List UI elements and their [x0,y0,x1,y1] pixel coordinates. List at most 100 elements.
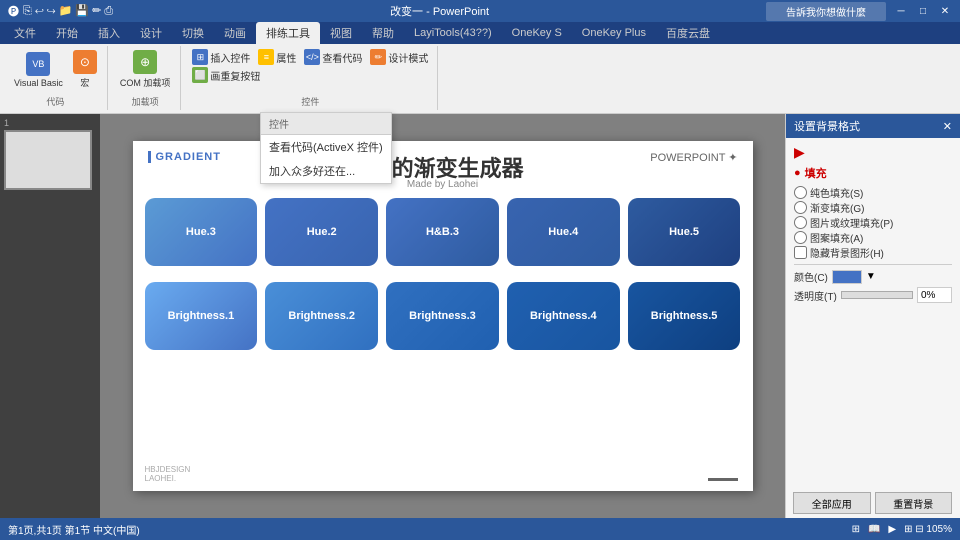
dropdown-title: 控件 [261,113,391,135]
color-picker[interactable] [832,270,862,284]
tab-onekey-s[interactable]: OneKey S [502,22,572,44]
ribbon-group-controls: ⊞ 插入控件 ≡ 属性 </> 查看代码 ✏ 设计模式 ⬜ [183,46,438,110]
draw-icon: ⬜ [192,67,208,83]
tab-help[interactable]: 帮助 [362,22,404,44]
main-area: 1 GRADIENT 老黑的渐变生成器 POWERPOINT [0,114,960,518]
view-slide-show-btn[interactable]: ▶ [888,524,896,535]
visual-basic-btn[interactable]: VB Visual Basic [10,48,67,91]
apply-all-btn[interactable]: 全部应用 [793,492,871,514]
transparency-input[interactable] [917,287,952,303]
tab-insert[interactable]: 插入 [88,22,130,44]
app-icon: 🅟 [8,3,19,19]
tab-file[interactable]: 文件 [4,22,46,44]
card-hue5[interactable]: Hue.5 [628,198,741,266]
card-brightness2[interactable]: Brightness.2 [265,282,378,350]
status-left: 第1页,共1页 第1节 中文(中国) [8,522,140,537]
slide-panel: 1 GRADIENT 老黑的渐变生成器 POWERPOINT [0,114,100,518]
close-btn[interactable]: ✕ [938,4,952,18]
brightness-cards-row: Brightness.1 Brightness.2 Brightness.3 B… [133,274,753,358]
view-reading-btn[interactable]: 📖 [868,524,880,535]
controls-row1: ⊞ 插入控件 ≡ 属性 </> 查看代码 ✏ 设计模式 [189,48,431,66]
radio-solid-fill[interactable]: 纯色填充(S) [794,185,952,200]
panel-section-fill: ▶ ● 填充 纯色填充(S) 渐变填充(G) 图片或纹理填充(P) 图案填充(A… [786,138,960,312]
dropdown-menu: 控件 查看代码(ActiveX 控件) 加入众多好还在... [260,112,392,184]
status-bar: 第1页,共1页 第1节 中文(中国) ⊞ 📖 ▶ ⊞ ⊟ 105% [0,518,960,540]
color-row: 颜色(C) ▼ [794,269,952,284]
code-group-label: 代码 [10,95,101,108]
dropdown-item-1[interactable]: 查看代码(ActiveX 控件) [261,135,391,159]
controls-group-label: 控件 [189,95,431,108]
tab-home[interactable]: 开始 [46,22,88,44]
radio-gradient-fill[interactable]: 渐变填充(G) [794,200,952,215]
card-brightness1[interactable]: Brightness.1 [145,282,258,350]
slide-decoration-line [708,478,738,481]
transparency-slider[interactable] [841,291,913,299]
view-code-icon: </> [304,49,320,65]
color-label: 颜色(C) [794,269,828,284]
card-brightness4[interactable]: Brightness.4 [507,282,620,350]
macro-icon: ⊙ [73,50,97,74]
tab-design[interactable]: 设计 [130,22,172,44]
title-bar: 🅟 ⎘ ↩ ↪ 📁 💾 ✏ ⎙ 改变一 - PowerPoint 告訴我你想做什… [0,0,960,22]
powerpoint-label: POWERPOINT ✦ [650,151,737,164]
quick-access: ⎘ ↩ ↪ 📁 💾 ✏ ⎙ [23,4,113,18]
panel-header: 设置背景格式 ✕ [786,114,960,138]
slide-number-1: 1 [4,118,96,128]
tab-layitools[interactable]: LayiTools(43??) [404,22,502,44]
ribbon-content: VB Visual Basic ⊙ 宏 代码 ⊕ COM 加载项 加载项 [0,44,960,114]
card-brightness3[interactable]: Brightness.3 [386,282,499,350]
panel-close-btn[interactable]: ✕ [943,120,952,133]
visual-basic-icon: VB [26,52,50,76]
gradient-label: GRADIENT [148,151,221,163]
macro-btn[interactable]: ⊙ 宏 [69,48,101,91]
addins-group-label: 加载项 [116,95,175,108]
tab-animations[interactable]: 动画 [214,22,256,44]
card-hue4[interactable]: Hue.4 [507,198,620,266]
insert-control-icon: ⊞ [192,49,208,65]
canvas-area: GRADIENT 老黑的渐变生成器 POWERPOINT ✦ Made by L… [100,114,785,518]
transparency-row: 透明度(T) [794,287,952,303]
com-addins-btn[interactable]: ⊕ COM 加载项 [116,48,175,91]
tab-baidu[interactable]: 百度云盘 [656,22,720,44]
design-icon: ✏ [370,49,386,65]
view-normal-btn[interactable]: ⊞ [852,524,860,535]
tab-practice-tools[interactable]: 排练工具 [256,22,320,44]
tab-view[interactable]: 视图 [320,22,362,44]
slide-thumbnail-1[interactable]: GRADIENT 老黑的渐变生成器 POWERPOINT [4,130,92,190]
card-hb3[interactable]: H&B.3 [386,198,499,266]
com-icon: ⊕ [133,50,157,74]
title-bar-left: 🅟 ⎘ ↩ ↪ 📁 💾 ✏ ⎙ [8,3,113,19]
ribbon: 文件 开始 插入 设计 切换 动画 排练工具 视图 帮助 LayiTools(4… [0,22,960,114]
controls-row2: ⬜ 画重复按钮 [189,66,263,84]
view-code-btn[interactable]: </> 查看代码 [301,48,365,66]
radio-pattern-fill[interactable]: 图案填充(A) [794,230,952,245]
panel-section-title: ● 填充 [794,165,952,181]
maximize-btn[interactable]: □ [916,4,930,18]
checkbox-hide-bg[interactable]: 隐藏背景图形(H) [794,245,952,260]
draw-btn[interactable]: ⬜ 画重复按钮 [189,66,263,84]
slide-footer: HBJDESIGN LAOHEI. [145,465,191,483]
right-panel: 设置背景格式 ✕ ▶ ● 填充 纯色填充(S) 渐变填充(G) 图片或纹理填充(… [785,114,960,518]
color-dropdown-btn[interactable]: ▼ [866,271,876,282]
properties-icon: ≡ [258,49,274,65]
ribbon-group-addins: ⊕ COM 加载项 加载项 [110,46,182,110]
properties-btn[interactable]: ≡ 属性 [255,48,299,66]
dropdown-item-2[interactable]: 加入众多好还在... [261,159,391,183]
radio-picture-fill[interactable]: 图片或纹理填充(P) [794,215,952,230]
panel-title: 设置背景格式 [794,118,860,134]
footer-line1: HBJDESIGN [145,465,191,474]
design-mode-btn[interactable]: ✏ 设计模式 [367,48,431,66]
card-brightness5[interactable]: Brightness.5 [628,282,741,350]
ribbon-tabs: 文件 开始 插入 设计 切换 动画 排练工具 视图 帮助 LayiTools(4… [0,22,960,44]
title-bar-title: 改变一 - PowerPoint [113,3,766,19]
tab-onekey-plus[interactable]: OneKey Plus [572,22,656,44]
minimize-btn[interactable]: ─ [894,4,908,18]
zoom-level: ⊞ ⊟ 105% [904,524,952,535]
card-hue3[interactable]: Hue.3 [145,198,258,266]
reset-bg-btn[interactable]: 重置背景 [875,492,953,514]
tab-transitions[interactable]: 切换 [172,22,214,44]
search-box[interactable]: 告訴我你想做什麼 [766,2,886,21]
hue-cards-row: Hue.3 Hue.2 H&B.3 Hue.4 Hue.5 [133,190,753,274]
insert-control-btn[interactable]: ⊞ 插入控件 [189,48,253,66]
card-hue2[interactable]: Hue.2 [265,198,378,266]
